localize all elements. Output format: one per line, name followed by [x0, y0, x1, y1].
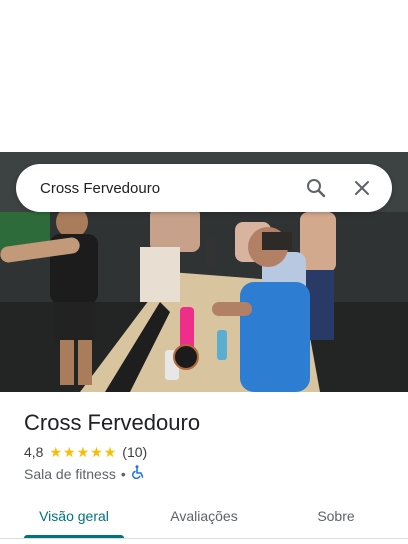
blank-area [0, 0, 408, 152]
rating-stars: ★ ★ ★ ★ ★ [49, 445, 117, 459]
tab-divider [0, 538, 408, 539]
place-name: Cross Fervedouro [24, 410, 201, 435]
tab-reviews[interactable]: Avaliações [154, 496, 254, 536]
separator-dot: • [120, 465, 126, 482]
search-icon[interactable] [300, 172, 332, 204]
search-query[interactable]: Cross Fervedouro [40, 180, 286, 197]
tab-overview[interactable]: Visão geral [24, 496, 124, 536]
rating-value: 4,8 [24, 444, 44, 460]
search-bar[interactable]: Cross Fervedouro [16, 164, 392, 212]
review-count[interactable]: (10) [122, 444, 147, 460]
place-category: Sala de fitness [24, 465, 116, 482]
star-icon: ★ [90, 444, 103, 460]
category-row: Sala de fitness • [24, 465, 145, 482]
star-icon: ★ [49, 444, 63, 460]
star-icon: ★ [76, 444, 90, 460]
tab-about[interactable]: Sobre [286, 496, 386, 536]
star-icon: ★ [63, 444, 76, 460]
rating-row[interactable]: 4,8 ★ ★ ★ ★ ★ (10) [24, 444, 147, 460]
tab-bar: Visão geral Avaliações Sobre [0, 496, 408, 536]
star-icon: ★ [103, 444, 117, 460]
close-icon[interactable] [346, 172, 378, 204]
wheelchair-icon [131, 465, 145, 482]
